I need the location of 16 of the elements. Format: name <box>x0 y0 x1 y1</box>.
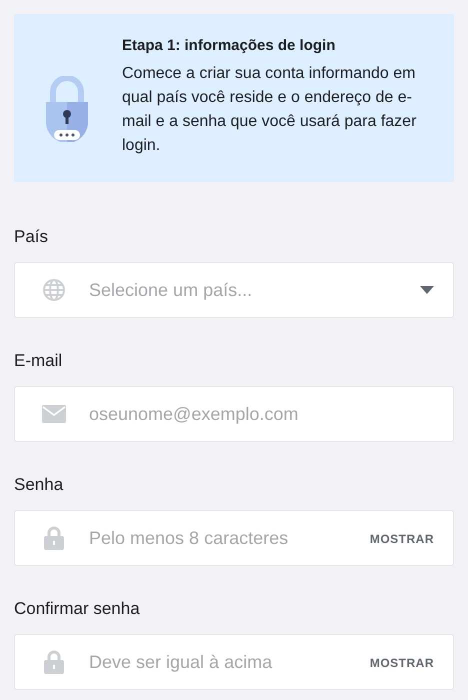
dropdown-caret-icon <box>420 286 434 294</box>
field-label: E-mail <box>14 350 64 372</box>
field-label: País <box>14 226 50 248</box>
envelope-icon <box>42 405 66 423</box>
lock-icon <box>44 526 64 550</box>
lock-icon <box>44 650 64 674</box>
banner-text: Comece a criar sua conta informando em qual país você reside e o endereço de e-mail e a senha que você usará para fazer login. <box>122 64 418 156</box>
country-dropdown[interactable]: Selecione um país... <box>14 262 454 318</box>
field-label: Confirmar senha <box>14 598 141 620</box>
show-password-button[interactable]: MOSTRAR <box>370 530 434 548</box>
show-password-button[interactable]: MOSTRAR <box>370 654 434 672</box>
email-field[interactable]: oseunome@exemplo.com <box>14 386 454 442</box>
globe-icon <box>42 278 66 302</box>
banner-title: Etapa 1: informações de login <box>122 36 336 56</box>
padlock-icon <box>44 76 90 142</box>
field-label: Senha <box>14 474 64 496</box>
